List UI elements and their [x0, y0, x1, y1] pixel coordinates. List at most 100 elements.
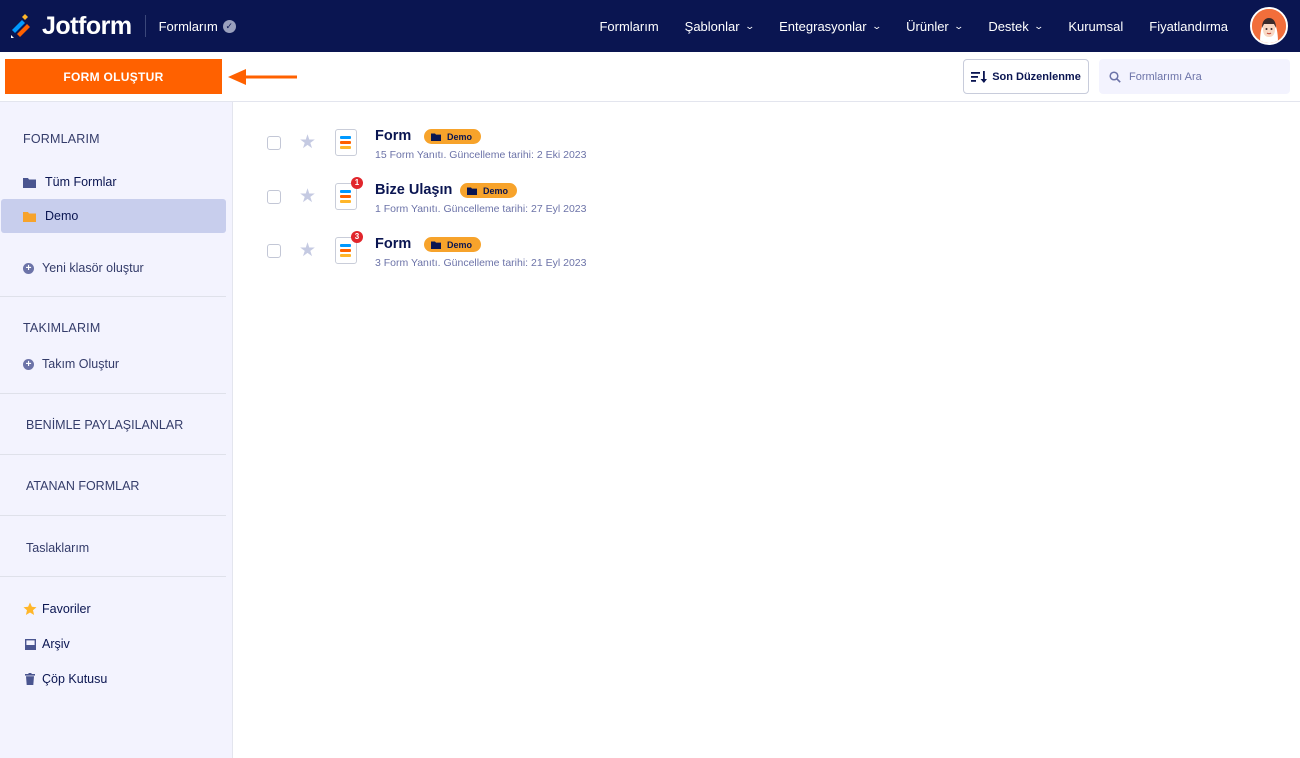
sidebar-item-favorites[interactable]: Favoriler [23, 601, 91, 617]
form-title[interactable]: Form [375, 236, 411, 252]
workspace-selector[interactable]: Formlarım ✓ [159, 19, 236, 34]
form-row[interactable]: ★ 1 Bize Ulaşın Demo 1 Form Yanıtı. Günc… [266, 177, 966, 222]
create-team-button[interactable]: + Takım Oluştur [23, 356, 119, 372]
user-avatar[interactable] [1250, 7, 1288, 45]
nav-item-label: Entegrasyonlar [779, 18, 867, 34]
search-input[interactable] [1129, 70, 1279, 83]
favorite-star-icon[interactable]: ★ [299, 185, 316, 208]
new-folder-button[interactable]: + Yeni klasör oluştur [23, 260, 144, 276]
trash-icon [25, 673, 35, 685]
sidebar-item-shared-with-me[interactable]: BENİMLE PAYLAŞILANLAR [26, 417, 183, 433]
favorite-star-icon[interactable]: ★ [299, 131, 316, 154]
sidebar-item-label: Taslaklarım [26, 541, 90, 555]
favorite-star-icon[interactable]: ★ [299, 239, 316, 262]
sidebar-item-assigned-forms[interactable]: ATANAN FORMLAR [26, 478, 139, 494]
sort-label: Son Düzenlenme [992, 70, 1081, 83]
plus-circle-icon: + [23, 358, 34, 370]
create-form-button[interactable]: FORM OLUŞTUR [5, 59, 222, 94]
nav-item-label: Destek [988, 18, 1029, 34]
folder-icon [23, 177, 36, 188]
folder-tag-label: Demo [483, 185, 509, 196]
action-bar: FORM OLUŞTUR Son Düzenlenme [0, 52, 1300, 102]
sidebar-item-demo[interactable]: Demo [1, 199, 226, 233]
nav-item-forms[interactable]: Formlarım [599, 19, 658, 34]
sidebar-item-drafts[interactable]: Taslaklarım [26, 540, 89, 556]
sidebar-item-trash[interactable]: Çöp Kutusu [25, 671, 107, 687]
nav-item-support[interactable]: Destek ⌄ [988, 18, 1044, 34]
nav-item-label: Fiyatlandırma [1149, 18, 1228, 34]
sidebar-divider [0, 576, 226, 577]
form-meta: 15 Form Yanıtı. Güncelleme tarihi: 2 Eki… [375, 149, 587, 161]
nav-item-label: Kurumsal [1068, 18, 1124, 34]
sidebar-item-archive[interactable]: Arşiv [25, 636, 70, 652]
sidebar-divider [0, 393, 226, 394]
workspace-label: Formlarım [158, 18, 218, 34]
sidebar-item-label: BENİMLE PAYLAŞILANLAR [26, 418, 184, 432]
form-select-checkbox[interactable] [267, 136, 281, 150]
my-forms-section-title: FORMLARIM [23, 132, 100, 146]
folder-tag[interactable]: Demo [424, 129, 482, 144]
form-select-checkbox[interactable] [267, 190, 281, 204]
folder-icon [431, 133, 441, 141]
form-meta: 3 Form Yanıtı. Güncelleme tarihi: 21 Eyl… [375, 257, 587, 269]
avatar-illustration-icon [1252, 9, 1286, 43]
sort-button[interactable]: Son Düzenlenme [963, 59, 1089, 94]
nav-item-label: Ürünler [906, 18, 949, 34]
nav-item-integrations[interactable]: Entegrasyonlar ⌄ [779, 18, 882, 34]
star-icon [23, 602, 37, 616]
folder-tag-label: Demo [447, 131, 473, 142]
jotform-logo-icon [11, 14, 30, 38]
search-icon [1109, 70, 1121, 83]
folder-tag-label: Demo [447, 239, 473, 250]
brand-name: Jotform [42, 11, 132, 40]
sidebar-divider [0, 454, 226, 455]
folder-icon [431, 241, 441, 249]
sidebar-item-label: Arşiv [42, 637, 70, 651]
form-title[interactable]: Form [375, 128, 411, 144]
folder-icon [23, 211, 36, 222]
search-box[interactable] [1099, 59, 1290, 94]
form-title[interactable]: Bize Ulaşın [375, 182, 452, 198]
sidebar-item-label: Çöp Kutusu [42, 672, 108, 686]
new-submissions-badge: 1 [351, 177, 363, 189]
archive-icon [25, 638, 36, 650]
nav-item-templates[interactable]: Şablonlar ⌄ [684, 18, 755, 34]
sort-icon [971, 70, 988, 83]
sidebar-item-label: Demo [45, 209, 79, 223]
folder-tag[interactable]: Demo [424, 237, 482, 252]
form-icon: 3 [335, 231, 363, 264]
form-meta: 1 Form Yanıtı. Güncelleme tarihi: 27 Eyl… [375, 203, 587, 215]
sidebar-divider [0, 515, 226, 516]
folder-icon [467, 187, 477, 195]
form-icon: 1 [335, 177, 363, 210]
form-select-checkbox[interactable] [267, 244, 281, 258]
teams-section-title: TAKIMLARIM [23, 321, 101, 335]
top-navbar: Jotform Formlarım ✓ Formlarım Şablonlar … [0, 0, 1300, 52]
form-row[interactable]: ★ 3 Form Demo 3 Form Yanıtı. Güncelleme … [266, 231, 966, 276]
nav-item-enterprise[interactable]: Kurumsal [1068, 19, 1123, 34]
chevron-down-icon: ⌄ [953, 20, 964, 31]
chevron-down-icon: ⌄ [1033, 20, 1044, 31]
jotform-logo[interactable]: Jotform [10, 0, 132, 52]
form-row[interactable]: ★ Form Demo 15 Form Yanıtı. Güncelleme t… [266, 128, 966, 168]
arrow-left-icon [228, 69, 297, 85]
plus-circle-icon: + [23, 262, 34, 274]
sidebar-item-label: Tüm Formlar [45, 175, 117, 189]
folder-tag[interactable]: Demo [460, 183, 518, 198]
nav-item-label: Şablonlar [684, 18, 740, 34]
sidebar-item-label: ATANAN FORMLAR [26, 479, 140, 493]
main-nav: Formlarım Şablonlar ⌄ Entegrasyonlar ⌄ Ü… [573, 0, 1228, 52]
chevron-down-icon: ⌄ [744, 20, 755, 31]
sidebar-item-label: Favoriler [42, 602, 91, 616]
verified-check-icon: ✓ [222, 19, 236, 33]
sidebar-item-all-forms[interactable]: Tüm Formlar [23, 174, 117, 190]
navbar-divider [144, 15, 146, 37]
create-team-label: Takım Oluştur [42, 357, 120, 371]
chevron-down-icon: ⌄ [871, 20, 882, 31]
new-folder-label: Yeni klasör oluştur [42, 261, 144, 275]
nav-item-products[interactable]: Ürünler ⌄ [906, 18, 964, 34]
form-icon [335, 129, 357, 156]
sidebar: FORMLARIM Tüm Formlar Demo + Yeni klasör… [0, 102, 233, 758]
nav-item-pricing[interactable]: Fiyatlandırma [1149, 19, 1228, 34]
nav-item-label: Formlarım [599, 18, 659, 34]
